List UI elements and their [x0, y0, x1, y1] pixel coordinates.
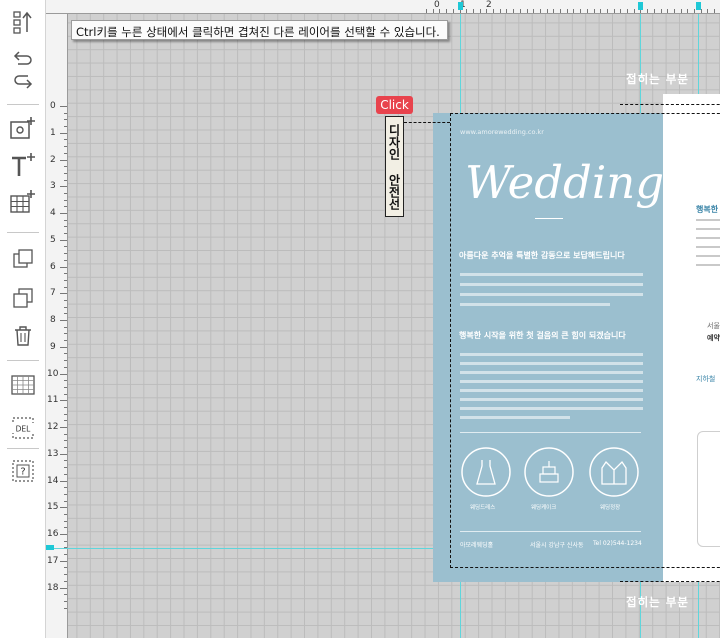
sort-up-icon[interactable]: [8, 8, 38, 36]
ruler-number: 5: [50, 234, 56, 245]
bring-forward-icon[interactable]: [8, 245, 38, 273]
trash-icon[interactable]: [8, 322, 38, 350]
ruler-tick: [60, 132, 67, 134]
click-badge: Click: [376, 96, 413, 114]
ruler-number: 12: [47, 422, 59, 432]
ruler-number: 14: [47, 475, 59, 486]
send-backward-icon[interactable]: [8, 284, 38, 312]
ruler-tick: [60, 587, 67, 589]
safe-line-leader: [404, 122, 450, 123]
ruler-number: 7: [50, 288, 56, 299]
dress-icon: [461, 447, 511, 497]
content-divider: [460, 432, 641, 433]
grid-icon[interactable]: [8, 371, 38, 399]
left-toolbar: DEL ?: [0, 0, 46, 638]
ruler-number: 15: [47, 502, 59, 513]
help-label: ?: [20, 467, 25, 478]
redo-icon[interactable]: [8, 68, 38, 96]
ruler-tick: [60, 346, 67, 348]
toolbar-separator: [7, 360, 39, 361]
ruler-tick: [60, 266, 67, 268]
toolbar-separator: [7, 448, 39, 449]
ruler-tick: [60, 239, 67, 241]
ruler-tick: [60, 400, 67, 402]
text-line: [460, 398, 643, 401]
add-table-icon[interactable]: [8, 188, 38, 216]
guide-handle[interactable]: [696, 2, 701, 10]
tooltip: Ctrl키를 누른 상태에서 클릭하면 겹쳐진 다른 레이어를 선택할 수 있습…: [71, 20, 448, 40]
ruler-tick: [60, 159, 67, 161]
design-safe-line-tag[interactable]: 디자인 안전선: [385, 116, 404, 217]
guide-handle[interactable]: [46, 545, 54, 550]
ruler-number: 3: [50, 181, 56, 192]
text-line: [460, 353, 643, 356]
ruler-number: 11: [47, 395, 59, 406]
guide-handle[interactable]: [458, 2, 463, 10]
design-heading-2: 행복한 시작을 위한 첫 걸음의 큰 힘이 되겠습니다: [459, 331, 626, 340]
design-heading-1: 아름다운 추억을 특별한 감동으로 보답해드립니다: [459, 251, 625, 260]
ruler-number: 6: [50, 261, 56, 272]
ruler-number: 16: [47, 529, 59, 539]
text-line: [460, 283, 643, 286]
toolbar-separator: [7, 104, 39, 105]
ruler-tick: [60, 507, 67, 509]
ruler-tick: [60, 427, 67, 428]
text-line: [460, 293, 643, 296]
toolbar-separator: [7, 232, 39, 233]
text-line: [460, 303, 610, 306]
add-image-icon[interactable]: [8, 115, 38, 143]
text-line: [460, 380, 643, 383]
ruler-tick: [60, 213, 67, 214]
ruler-tick: [60, 106, 67, 107]
cake-icon: [524, 447, 574, 497]
icon-label-cake: 웨딩케이크: [531, 505, 557, 511]
ruler-tick: [60, 480, 67, 482]
icon-label-dress: 웨딩드레스: [470, 505, 496, 511]
footer-divider: [460, 531, 641, 532]
ruler-number: 9: [50, 341, 56, 352]
ruler-tick: [60, 453, 67, 455]
ruler-top[interactable]: 012: [46, 0, 720, 14]
ruler-number: 2: [50, 154, 56, 165]
ruler-tick: [60, 320, 67, 321]
text-line: [460, 416, 570, 419]
help-icon[interactable]: ?: [8, 457, 38, 485]
fold-boundary: [620, 104, 720, 582]
fold-label-top: 접히는 부분: [626, 72, 689, 86]
text-line: [460, 407, 643, 410]
guide-handle[interactable]: [638, 2, 643, 10]
ruler-number: 10: [47, 368, 59, 379]
footer-left: 아모레웨딩홀: [460, 542, 494, 549]
ruler-number: 13: [47, 448, 59, 459]
title-divider: [535, 218, 563, 219]
ruler-number: 4: [50, 208, 56, 218]
text-line: [460, 362, 643, 365]
ruler-number: 17: [47, 555, 59, 566]
ruler-number: 1: [50, 127, 56, 138]
text-line: [460, 273, 643, 276]
ruler-number: 0: [50, 101, 56, 111]
add-text-icon[interactable]: [8, 151, 38, 179]
delete-key-icon[interactable]: DEL: [8, 414, 38, 442]
fold-label-bottom: 접히는 부분: [626, 595, 689, 609]
icon-label-suit: 웨딩정장: [600, 505, 621, 511]
text-line: [460, 389, 643, 392]
ruler-tick: [60, 560, 67, 562]
design-url: www.amorewedding.co.kr: [460, 128, 544, 136]
ruler-tick: [60, 373, 67, 375]
ruler-tick: [60, 293, 67, 295]
footer-mid: 서울시 강남구 신사동: [530, 542, 584, 549]
ruler-number: 8: [50, 315, 56, 325]
ruler-tick: [60, 186, 67, 188]
delete-key-label: DEL: [16, 425, 32, 434]
text-line: [460, 371, 643, 374]
ruler-tick: [60, 534, 67, 535]
ruler-number: 18: [47, 582, 59, 593]
